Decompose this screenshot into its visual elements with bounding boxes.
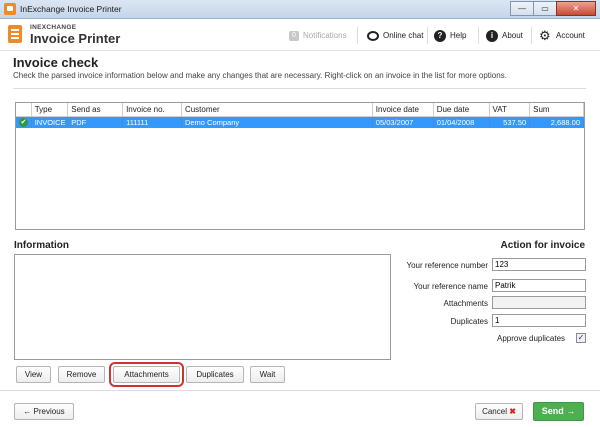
sum-cell: 2,688.00 xyxy=(529,116,584,128)
page-title: Invoice check xyxy=(13,55,99,70)
cancel-label: Cancel xyxy=(482,407,507,416)
question-icon: ? xyxy=(434,29,446,42)
column-header-invoice-date[interactable]: Invoice date xyxy=(372,103,434,117)
send-button[interactable]: Send → xyxy=(533,402,584,421)
header-divider xyxy=(357,27,358,44)
status-cell: ✔ xyxy=(16,116,32,128)
notifications-label: Notifications xyxy=(303,31,347,40)
help-button[interactable]: ? Help xyxy=(434,27,466,44)
gear-icon: ⚙ xyxy=(539,27,551,43)
view-button[interactable]: View xyxy=(16,366,51,383)
approve-duplicates-label: Approve duplicates xyxy=(497,334,566,343)
attachments-label: Attachments xyxy=(443,299,488,308)
app-header: INEXCHANGE Invoice Printer 0 Notificatio… xyxy=(0,19,600,51)
table-row[interactable]: ✔ INVOICE PDF 111111 Demo Company 05/03/… xyxy=(16,116,584,128)
brand-product: Invoice Printer xyxy=(30,31,121,46)
about-button[interactable]: i About xyxy=(486,27,523,44)
approve-duplicates-checkbox[interactable]: ✓ xyxy=(576,333,586,343)
type-cell: INVOICE xyxy=(31,116,69,128)
column-header-invoice-no[interactable]: Invoice no. xyxy=(122,103,182,117)
vat-cell: 537.50 xyxy=(489,116,531,128)
action-title: Action for invoice xyxy=(500,240,585,251)
your-reference-name-input[interactable] xyxy=(492,279,586,292)
header-divider xyxy=(531,27,532,44)
online-chat-button[interactable]: Online chat xyxy=(367,27,423,44)
account-button[interactable]: ⚙ Account xyxy=(539,27,585,44)
window-titlebar: InExchange Invoice Printer — ▭ ✕ xyxy=(0,0,600,19)
account-label: Account xyxy=(556,31,585,40)
previous-button[interactable]: ← Previous xyxy=(14,403,74,420)
header-divider xyxy=(478,27,479,44)
attachments-input[interactable] xyxy=(492,296,586,309)
notifications-count: 0 xyxy=(289,30,299,41)
page-description: Check the parsed invoice information bel… xyxy=(13,71,507,80)
column-header-send-as[interactable]: Send as xyxy=(67,103,124,117)
invoice-logo-icon xyxy=(8,25,22,43)
wait-button[interactable]: Wait xyxy=(250,366,285,383)
info-icon: i xyxy=(486,29,498,42)
attachments-button[interactable]: Attachments xyxy=(109,362,184,387)
minimize-button[interactable]: — xyxy=(510,1,534,16)
window-controls: — ▭ ✕ xyxy=(510,1,596,17)
duplicates-button[interactable]: Duplicates xyxy=(186,366,244,383)
column-header-type[interactable]: Type xyxy=(31,103,69,117)
close-button[interactable]: ✕ xyxy=(556,1,596,16)
column-header-status[interactable] xyxy=(16,103,32,117)
invoice-list[interactable]: Type Send as Invoice no. Customer Invoic… xyxy=(15,102,585,230)
cancel-button[interactable]: Cancel ✖ xyxy=(475,403,523,420)
check-icon: ✔ xyxy=(19,118,28,127)
maximize-button[interactable]: ▭ xyxy=(533,1,557,16)
column-header-vat[interactable]: VAT xyxy=(489,103,531,117)
footer-divider xyxy=(0,390,600,391)
remove-button[interactable]: Remove xyxy=(58,366,105,383)
close-icon: ✖ xyxy=(509,407,516,416)
help-label: Help xyxy=(450,31,467,40)
duplicates-input[interactable] xyxy=(492,314,586,327)
customer-cell: Demo Company xyxy=(181,116,373,128)
invoice-date-cell: 05/03/2007 xyxy=(372,116,434,128)
about-label: About xyxy=(502,31,523,40)
information-panel xyxy=(14,254,391,360)
column-header-sum[interactable]: Sum xyxy=(529,103,584,117)
your-reference-number-label: Your reference number xyxy=(406,261,488,270)
send-as-cell: PDF xyxy=(67,116,124,128)
your-reference-name-label: Your reference name xyxy=(413,282,488,291)
divider xyxy=(13,88,586,89)
column-header-due-date[interactable]: Due date xyxy=(433,103,490,117)
your-reference-number-input[interactable] xyxy=(492,258,586,271)
column-header-customer[interactable]: Customer xyxy=(181,103,373,117)
header-divider xyxy=(427,27,428,44)
duplicates-label: Duplicates xyxy=(450,317,488,326)
invoice-list-header: Type Send as Invoice no. Customer Invoic… xyxy=(16,103,584,117)
information-title: Information xyxy=(14,240,69,251)
chat-bubble-icon xyxy=(367,30,379,41)
notifications-button[interactable]: 0 Notifications xyxy=(289,27,347,44)
invoice-no-cell: 111111 xyxy=(122,116,182,128)
window-title: InExchange Invoice Printer xyxy=(20,4,122,14)
online-chat-label: Online chat xyxy=(383,31,424,40)
app-icon xyxy=(4,3,16,15)
due-date-cell: 01/04/2008 xyxy=(433,116,490,128)
brand-company: INEXCHANGE xyxy=(30,24,77,31)
